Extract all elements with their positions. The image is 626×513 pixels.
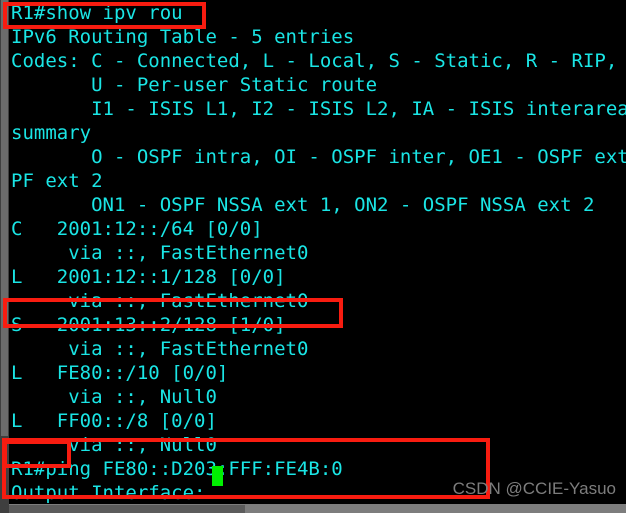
terminal-line-6: O - OSPF intra, OI - OSPF inter, OE1 - O… [11, 146, 626, 168]
scrollbar-corner [0, 504, 9, 513]
text-cursor [212, 466, 223, 486]
horizontal-scrollbar[interactable] [0, 504, 626, 513]
horizontal-scrollbar-thumb[interactable] [9, 505, 245, 513]
vertical-scrollbar-thumb[interactable] [1, 0, 8, 436]
vertical-scrollbar[interactable] [0, 0, 9, 506]
watermark: CSDN @CCIE-Yasuo [452, 479, 616, 498]
terminal-window: R1#show ipv rou IPv6 Routing Table - 5 e… [0, 0, 626, 513]
terminal-line-20: Output Interface: [11, 482, 217, 504]
terminal-line-4: I1 - ISIS L1, I2 - ISIS L2, IA - ISIS in… [11, 98, 626, 120]
terminal-output[interactable]: R1#show ipv rou IPv6 Routing Table - 5 e… [9, 0, 626, 504]
